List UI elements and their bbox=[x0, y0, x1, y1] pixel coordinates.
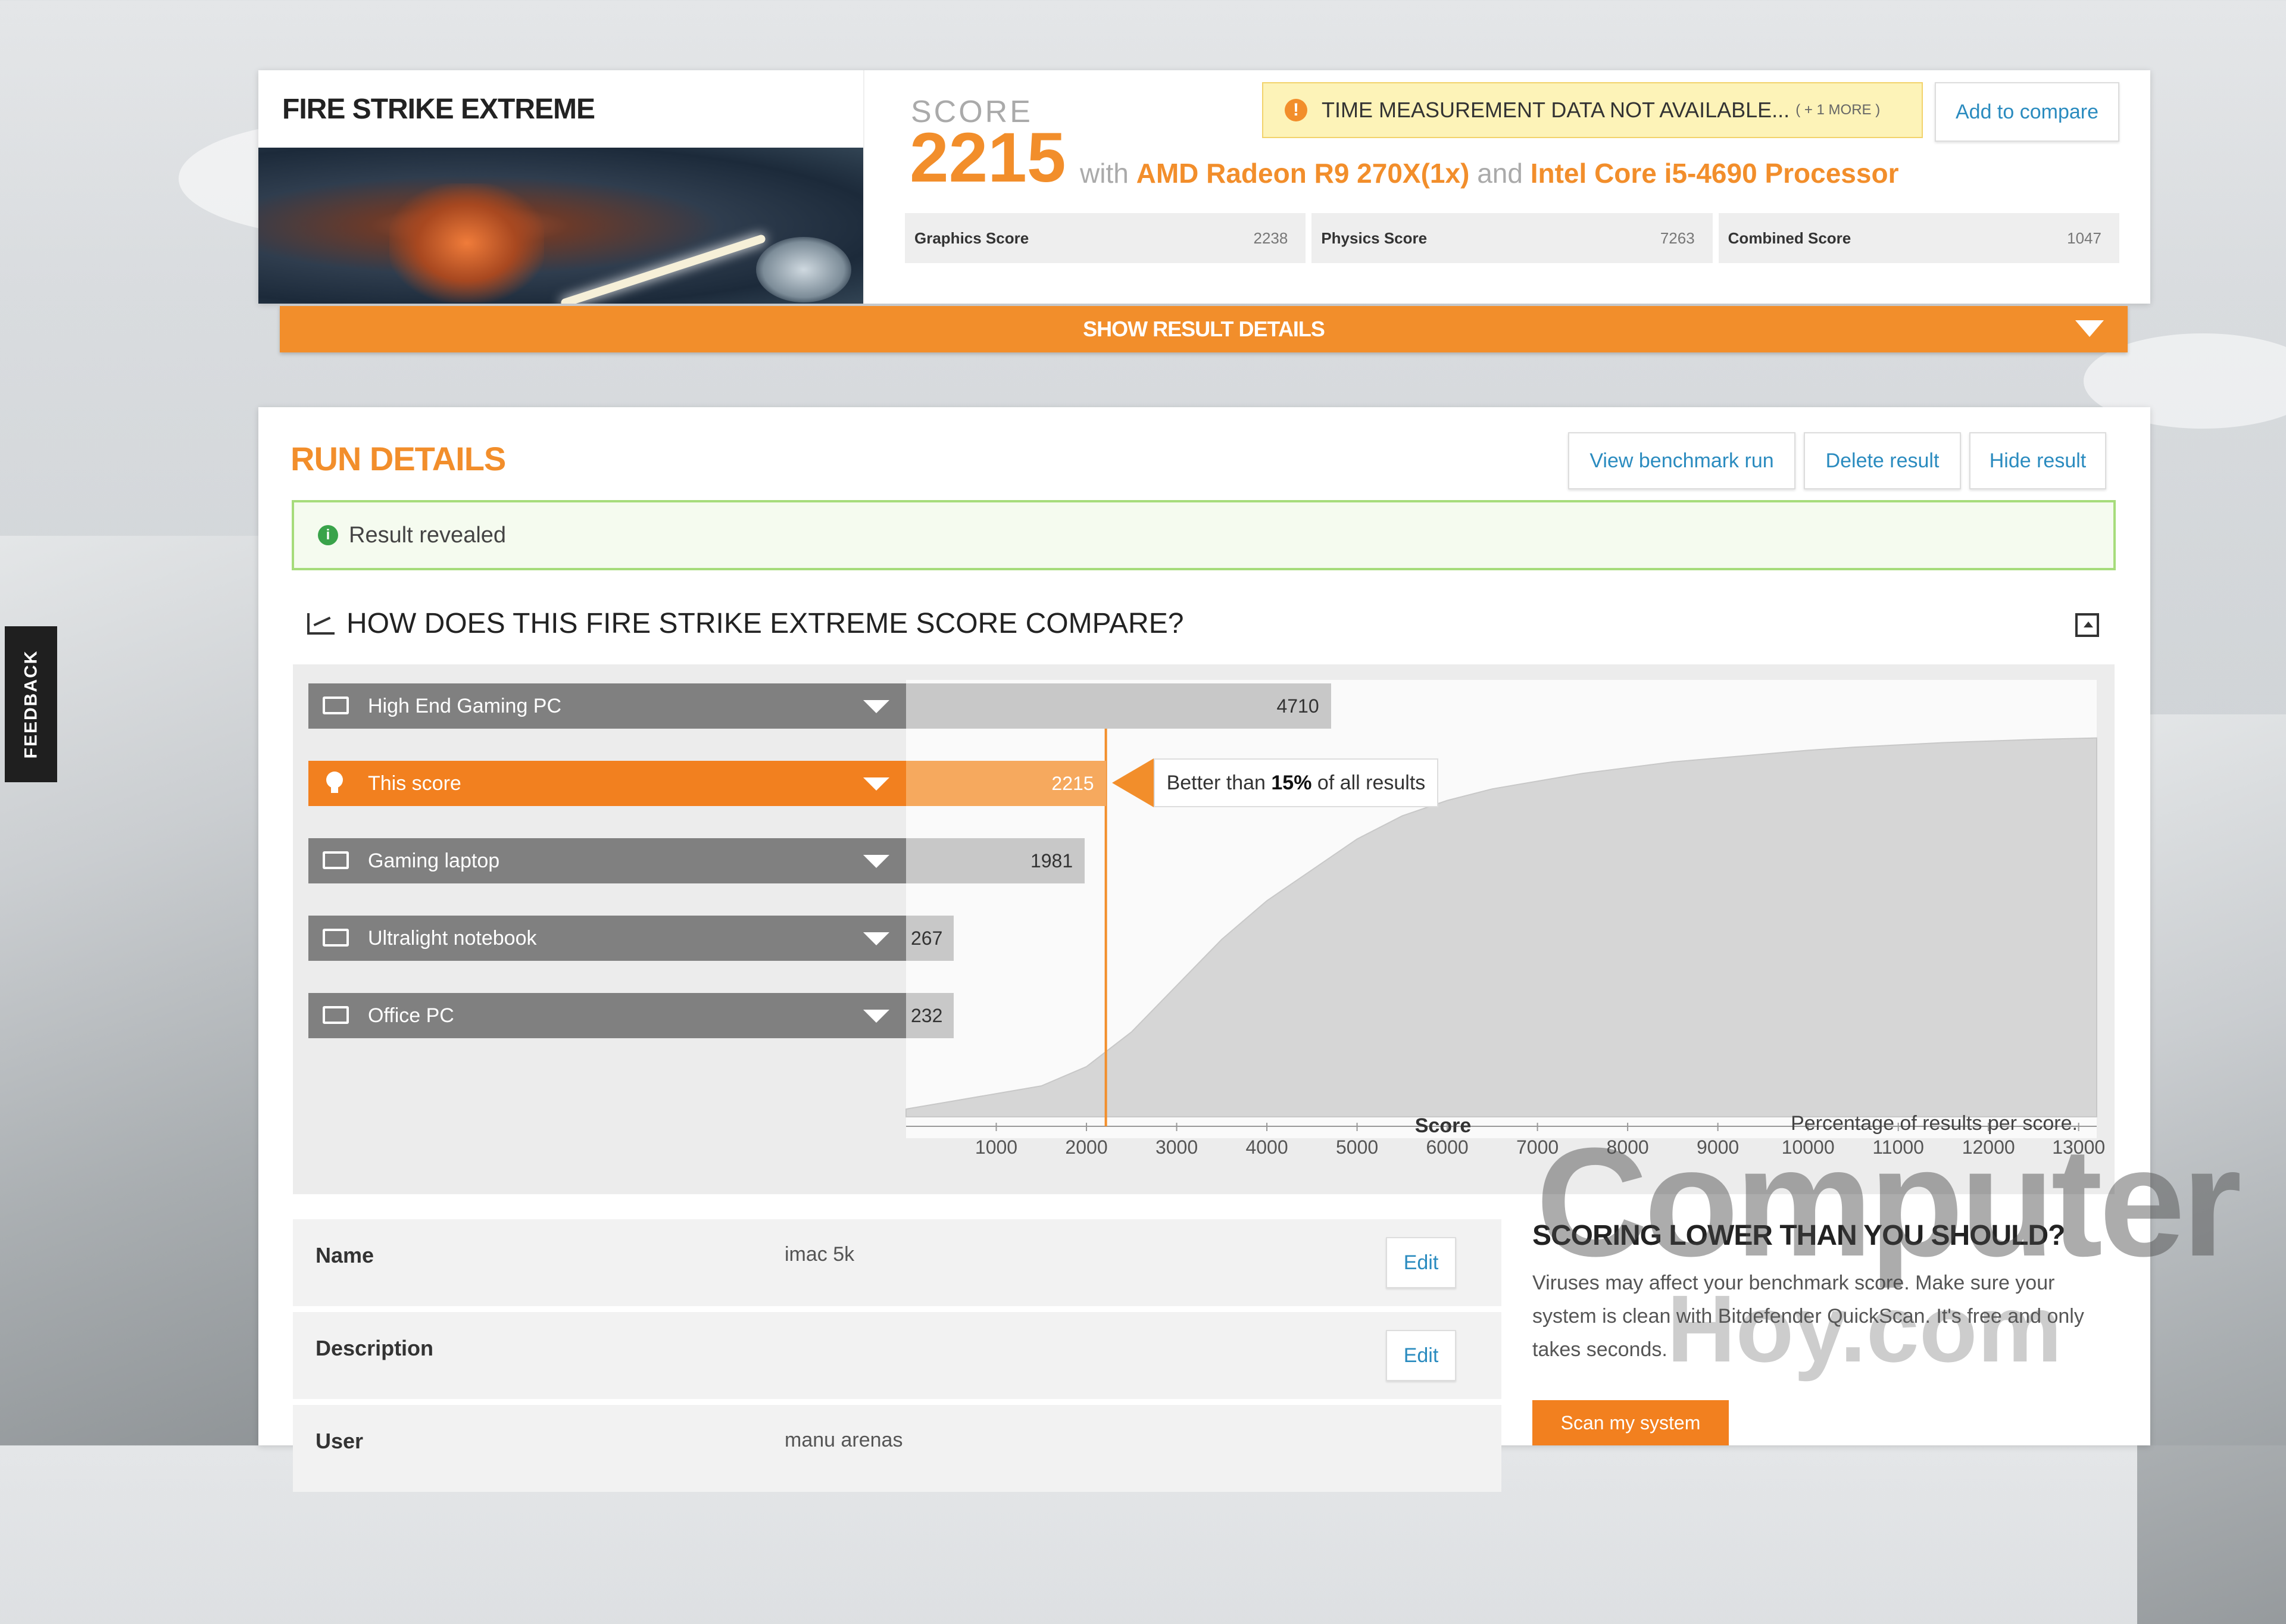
run-details-title: RUN DETAILS bbox=[291, 440, 506, 477]
cpu-link[interactable]: Intel Core i5-4690 Processor bbox=[1531, 158, 1899, 189]
result-revealed-text: Result revealed bbox=[349, 522, 507, 548]
info-value[interactable]: manu arenas bbox=[785, 1429, 902, 1452]
info-row-user: User manu arenas bbox=[293, 1405, 1501, 1492]
score-and-text: and bbox=[1477, 158, 1523, 189]
subscore-value: 2238 bbox=[1253, 229, 1288, 247]
result-revealed-notice: i Result revealed bbox=[292, 500, 2116, 570]
callout-prefix: Better than bbox=[1166, 771, 1266, 794]
chevron-down-icon[interactable] bbox=[863, 777, 889, 791]
info-label: User bbox=[316, 1429, 364, 1453]
compare-title-text: HOW DOES THIS FIRE STRIKE EXTREME SCORE … bbox=[346, 608, 1184, 639]
laptop-icon bbox=[323, 929, 349, 947]
feedback-tab[interactable]: FEEDBACK bbox=[5, 626, 57, 782]
header-divider bbox=[863, 70, 864, 304]
comparison-bar: 4710 bbox=[906, 683, 1331, 729]
comparison-row-label[interactable]: Office PC bbox=[308, 993, 906, 1038]
show-result-details-bar[interactable]: SHOW RESULT DETAILS bbox=[280, 306, 2128, 352]
show-result-details-label: SHOW RESULT DETAILS bbox=[1083, 317, 1325, 341]
comparison-row-label[interactable]: High End Gaming PC bbox=[308, 683, 906, 729]
info-row-name: Name imac 5k Edit bbox=[293, 1219, 1501, 1306]
combined-score: Combined Score 1047 bbox=[1718, 213, 2119, 263]
callout-arrow bbox=[1111, 758, 1154, 807]
warning-text: TIME MEASUREMENT DATA NOT AVAILABLE... bbox=[1322, 98, 1790, 122]
subscores: Graphics Score 2238 Physics Score 7263 C… bbox=[905, 213, 2119, 263]
subscore-label: Physics Score bbox=[1321, 229, 1428, 247]
collapse-icon[interactable] bbox=[2075, 613, 2099, 637]
image-blade-streak bbox=[560, 233, 767, 304]
compare-section-title: HOW DOES THIS FIRE STRIKE EXTREME SCORE … bbox=[307, 607, 1183, 640]
scan-my-system-button[interactable]: Scan my system bbox=[1532, 1400, 1729, 1445]
watermark-logo: Computer bbox=[1536, 1116, 2242, 1289]
better-than-callout: Better than 15% of all results bbox=[1153, 758, 1439, 807]
x-tick-label: 5000 bbox=[1336, 1136, 1378, 1158]
laptop-icon bbox=[323, 851, 349, 869]
chevron-down-icon[interactable] bbox=[863, 1010, 889, 1023]
comparison-bar: 267 bbox=[906, 916, 954, 961]
info-label: Description bbox=[316, 1336, 434, 1360]
hide-result-button[interactable]: Hide result bbox=[1969, 432, 2106, 489]
desktop-icon bbox=[323, 697, 349, 714]
subscore-label: Combined Score bbox=[1728, 229, 1851, 247]
chart-icon bbox=[307, 613, 335, 635]
score-with-text: with bbox=[1080, 158, 1129, 189]
info-row-description: Description Edit bbox=[293, 1312, 1501, 1399]
info-icon: i bbox=[318, 525, 338, 545]
info-label: Name bbox=[316, 1243, 374, 1267]
benchmark-title: FIRE STRIKE EXTREME bbox=[282, 93, 595, 125]
comparison-row-label[interactable]: This score bbox=[308, 761, 906, 806]
gpu-link[interactable]: AMD Radeon R9 270X(1x) bbox=[1136, 158, 1470, 189]
comparison-bar: 1981 bbox=[906, 838, 1085, 883]
add-to-compare-button[interactable]: Add to compare bbox=[1935, 82, 2119, 142]
chevron-down-icon bbox=[2075, 320, 2104, 337]
subscore-label: Graphics Score bbox=[914, 229, 1029, 247]
x-tick-label: 2000 bbox=[1065, 1136, 1107, 1158]
graphics-score: Graphics Score 2238 bbox=[905, 213, 1306, 263]
comparison-bar: 232 bbox=[906, 993, 954, 1038]
comparison-row-label[interactable]: Ultralight notebook bbox=[308, 916, 906, 961]
chevron-down-icon[interactable] bbox=[863, 932, 889, 945]
feedback-label: FEEDBACK bbox=[21, 649, 41, 759]
x-axis-title: Score bbox=[1415, 1114, 1472, 1137]
x-tick-label: 1000 bbox=[975, 1136, 1017, 1158]
comparison-row-text: High End Gaming PC bbox=[368, 694, 562, 717]
warning-more[interactable]: ( + 1 MORE ) bbox=[1795, 102, 1880, 118]
callout-suffix: of all results bbox=[1317, 771, 1426, 794]
time-measurement-warning[interactable]: ! TIME MEASUREMENT DATA NOT AVAILABLE...… bbox=[1262, 82, 1923, 138]
x-tick-label: 3000 bbox=[1156, 1136, 1198, 1158]
result-header-panel: FIRE STRIKE EXTREME SCORE 2215 with AMD … bbox=[258, 70, 2150, 304]
bulb-icon bbox=[326, 772, 343, 793]
x-tick-label: 6000 bbox=[1426, 1136, 1468, 1158]
result-info-table: Name imac 5k Edit Description Edit User … bbox=[293, 1219, 1501, 1498]
comparison-bar: 2215 bbox=[906, 761, 1106, 806]
comparison-row-label[interactable]: Gaming laptop bbox=[308, 838, 906, 883]
score-hardware: with AMD Radeon R9 270X(1x) and Intel Co… bbox=[1080, 157, 1898, 189]
delete-result-button[interactable]: Delete result bbox=[1804, 432, 1961, 489]
comparison-row-text: Ultralight notebook bbox=[368, 926, 537, 950]
comparison-row-text: Gaming laptop bbox=[368, 849, 500, 872]
edit-description-button[interactable]: Edit bbox=[1386, 1330, 1456, 1381]
desktop-icon bbox=[323, 1006, 349, 1024]
callout-percent: 15% bbox=[1271, 771, 1312, 794]
image-fire-figure bbox=[389, 183, 544, 302]
x-tick-label: 4000 bbox=[1245, 1136, 1288, 1158]
comparison-row-text: Office PC bbox=[368, 1004, 454, 1027]
info-value: imac 5k bbox=[785, 1243, 855, 1266]
comparison-row-text: This score bbox=[368, 772, 461, 795]
warning-icon: ! bbox=[1285, 99, 1307, 121]
watermark-logo-sub: Hoy.com bbox=[1667, 1275, 2062, 1382]
score-comparison-chart: 1000 2000 3000 4000 5000 6000 7000 8000 9000 1000… bbox=[293, 664, 2115, 1194]
benchmark-image bbox=[258, 148, 863, 304]
chevron-down-icon[interactable] bbox=[863, 700, 889, 713]
physics-score: Physics Score 7263 bbox=[1311, 213, 1713, 263]
score-value: 2215 bbox=[910, 118, 1066, 197]
subscore-value: 1047 bbox=[2067, 229, 2101, 247]
chevron-down-icon[interactable] bbox=[863, 855, 889, 868]
subscore-value: 7263 bbox=[1660, 229, 1695, 247]
image-creature bbox=[756, 237, 851, 302]
view-benchmark-run-button[interactable]: View benchmark run bbox=[1568, 432, 1795, 489]
edit-name-button[interactable]: Edit bbox=[1386, 1237, 1456, 1288]
